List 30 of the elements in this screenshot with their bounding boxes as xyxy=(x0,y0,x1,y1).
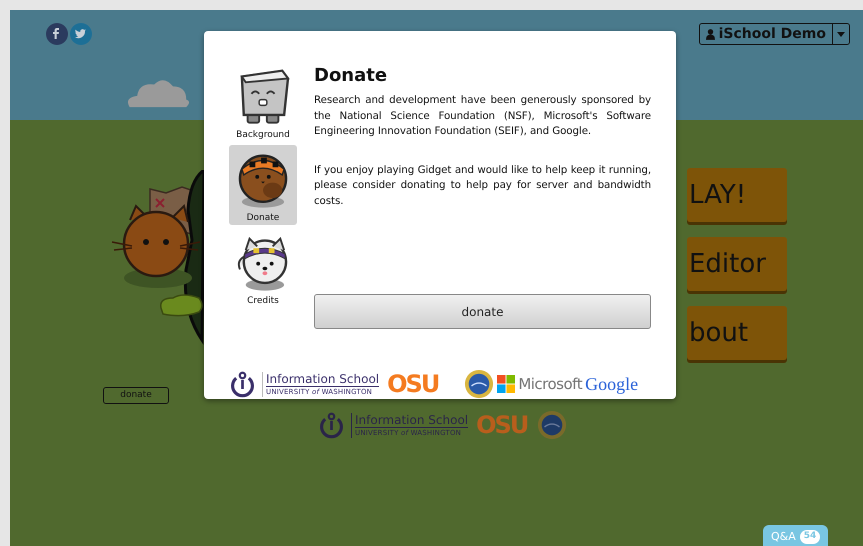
twitter-icon[interactable] xyxy=(70,23,92,45)
menu-button[interactable]: bout xyxy=(687,306,787,360)
school-name: Information School xyxy=(355,412,468,428)
school-name: Information School xyxy=(266,372,380,386)
qa-label: Q&A xyxy=(771,529,796,545)
circle-logo-icon xyxy=(318,412,345,438)
windows-logo-icon xyxy=(497,375,516,393)
facebook-icon[interactable] xyxy=(46,23,68,45)
nsf-globe-icon xyxy=(464,369,494,399)
caret-icon xyxy=(837,32,845,36)
user-menu-button[interactable]: iSchool Demo xyxy=(698,23,850,45)
circle-logo-icon xyxy=(229,370,256,398)
qa-count-badge: 54 xyxy=(800,530,820,544)
donate-button[interactable]: donate xyxy=(314,294,651,329)
tab-label: Background xyxy=(236,128,290,142)
osu-logo: OSU xyxy=(387,371,438,397)
menu-button[interactable]: LAY! xyxy=(687,168,787,222)
tab-label: Donate xyxy=(246,212,280,224)
user-icon xyxy=(706,28,715,40)
dialog-tab[interactable]: Donate xyxy=(229,145,297,225)
osu-logo: OSU xyxy=(476,412,528,438)
menu-button[interactable]: Editor xyxy=(687,237,787,291)
google-logo: Google xyxy=(585,372,638,396)
nsf-globe-icon xyxy=(537,410,568,440)
dialog-title: Donate xyxy=(314,64,388,88)
dialog-paragraph: Research and development have been generously sponsored by the National Science Foundation (NSF), Microsoft's Software Engineering Innovation Foundation (SEIF), and Google. xyxy=(314,93,651,139)
small-donate-button[interactable]: donate xyxy=(103,387,169,404)
microsoft-logo: Microsoft xyxy=(518,374,582,395)
dialog-paragraph: If you enjoy playing Gidget and would like to help keep it running, please consider donating to help pay for server and bandwidth costs. xyxy=(314,162,651,208)
tab-label: Credits xyxy=(247,294,279,308)
